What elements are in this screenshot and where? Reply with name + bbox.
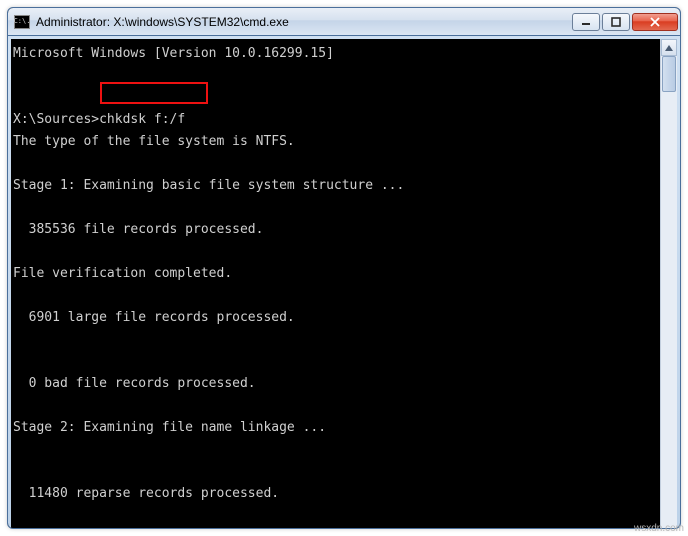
console-area: Microsoft Windows [Version 10.0.16299.15…	[11, 39, 677, 529]
minimize-button[interactable]	[572, 13, 600, 31]
window-controls	[570, 13, 678, 31]
console-output[interactable]: Microsoft Windows [Version 10.0.16299.15…	[11, 39, 660, 529]
close-button[interactable]	[632, 13, 678, 31]
client-frame: Microsoft Windows [Version 10.0.16299.15…	[8, 36, 680, 529]
maximize-button[interactable]	[602, 13, 630, 31]
cmd-window: C:\. Administrator: X:\windows\SYSTEM32\…	[7, 7, 681, 529]
window-title: Administrator: X:\windows\SYSTEM32\cmd.e…	[36, 15, 570, 29]
cmd-icon: C:\.	[14, 15, 30, 29]
titlebar[interactable]: C:\. Administrator: X:\windows\SYSTEM32\…	[8, 8, 680, 36]
scroll-thumb[interactable]	[662, 56, 676, 92]
scroll-track[interactable]	[661, 56, 677, 529]
watermark-text: wsxdn.com	[634, 523, 684, 534]
vertical-scrollbar[interactable]	[660, 39, 677, 529]
scroll-up-button[interactable]	[661, 39, 677, 56]
